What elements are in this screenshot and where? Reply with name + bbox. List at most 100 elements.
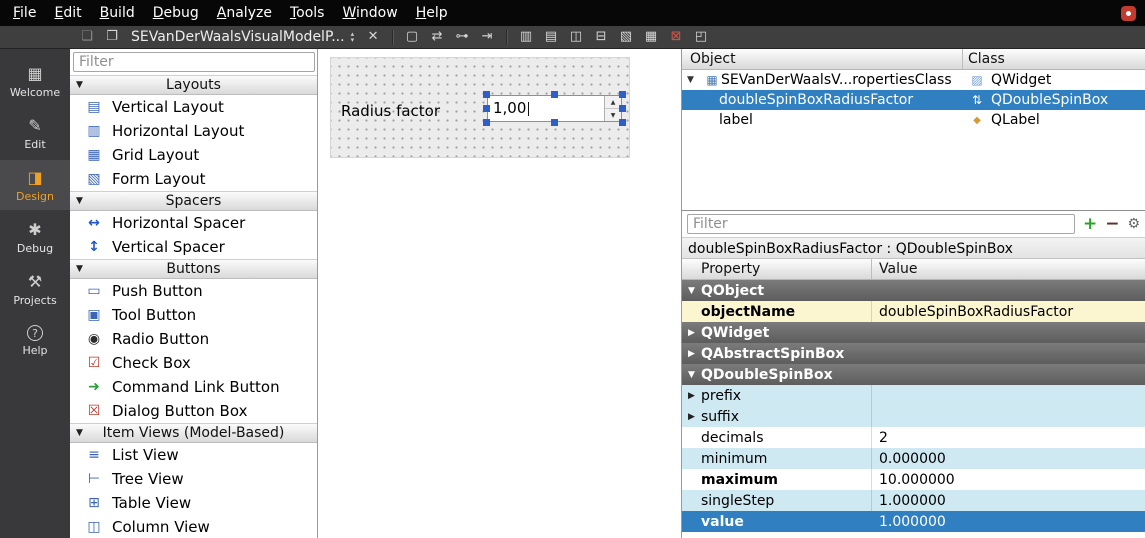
remove-dynamic-property-icon[interactable]: − (1105, 216, 1119, 233)
break-layout-icon[interactable]: ⊠ (667, 27, 685, 47)
property-group-qobject[interactable]: ▼ QObject (682, 280, 1145, 301)
category-item-views[interactable]: ▼ Item Views (Model-Based) (70, 423, 317, 443)
property-row-maximum[interactable]: maximum 10.000000 (682, 469, 1145, 490)
property-filter-input[interactable] (687, 214, 1075, 234)
expander-icon[interactable]: ▼ (682, 75, 703, 85)
widget-item-horizontal-spacer[interactable]: ↔ Horizontal Spacer (70, 211, 317, 235)
expander-icon[interactable]: ▶ (682, 391, 701, 401)
menu-window[interactable]: Window (333, 0, 406, 26)
menu-debug[interactable]: Debug (144, 0, 208, 26)
selection-handle[interactable] (619, 105, 626, 112)
mode-help[interactable]: ? Help (0, 316, 70, 366)
layout-horizontal-splitter-icon[interactable]: ◫ (567, 27, 585, 47)
property-value[interactable]: 2 (879, 430, 888, 446)
widget-item-tool-button[interactable]: ▣ Tool Button (70, 303, 317, 327)
widget-item-push-button[interactable]: ▭ Push Button (70, 279, 317, 303)
property-row-minimum[interactable]: minimum 0.000000 (682, 448, 1145, 469)
widget-item-label: Tree View (112, 470, 184, 488)
property-group-qdoublespinbox[interactable]: ▼ QDoubleSpinBox (682, 364, 1145, 385)
mode-projects[interactable]: ⚒ Projects (0, 264, 70, 314)
selection-handle[interactable] (483, 119, 490, 126)
selection-handle[interactable] (551, 119, 558, 126)
mode-design[interactable]: ◨ Design (0, 160, 70, 210)
inspector-row-label[interactable]: label ◆ QLabel (682, 110, 1145, 130)
edit-buddies-icon[interactable]: ⊶ (453, 27, 471, 47)
menu-tools[interactable]: Tools (281, 0, 334, 26)
column-header-property[interactable]: Property (682, 259, 872, 279)
property-row-decimals[interactable]: decimals 2 (682, 427, 1145, 448)
edit-tab-order-icon[interactable]: ⇥ (478, 27, 496, 47)
property-row-prefix[interactable]: ▶ prefix (682, 385, 1145, 406)
edit-signals-slots-icon[interactable]: ⇄ (428, 27, 446, 47)
property-group-qwidget[interactable]: ▶ QWidget (682, 322, 1145, 343)
column-header-value[interactable]: Value (872, 259, 1145, 279)
selection-handle[interactable] (619, 91, 626, 98)
widget-item-vertical-spacer[interactable]: ↕ Vertical Spacer (70, 235, 317, 259)
help-icon: ? (27, 325, 43, 341)
widget-item-command-link-button[interactable]: ➜ Command Link Button (70, 375, 317, 399)
menu-build[interactable]: Build (91, 0, 144, 26)
expander-icon[interactable]: ▶ (682, 412, 701, 422)
widget-item-table-view[interactable]: ⊞ Table View (70, 491, 317, 515)
category-layouts[interactable]: ▼ Layouts (70, 75, 317, 95)
qdoublespinbox-icon: ⇅ (968, 93, 986, 107)
layout-form-icon[interactable]: ▧ (617, 27, 635, 47)
property-value[interactable]: 0.000000 (879, 451, 946, 467)
column-header-class[interactable]: Class (963, 49, 1145, 69)
widget-item-tree-view[interactable]: ⊢ Tree View (70, 467, 317, 491)
category-buttons[interactable]: ▼ Buttons (70, 259, 317, 279)
inspector-row-root[interactable]: ▼ ▦ SEVanDerWaalsV...ropertiesClass ▨ QW… (682, 70, 1145, 90)
property-value[interactable]: 1.000000 (879, 493, 946, 509)
double-spinbox[interactable]: 1,00 ▲ ▼ (487, 95, 622, 122)
notification-indicator-icon[interactable] (1121, 6, 1136, 21)
property-row-objectname[interactable]: objectName doubleSpinBoxRadiusFactor (682, 301, 1145, 322)
widget-item-column-view[interactable]: ◫ Column View (70, 515, 317, 538)
widget-item-dialog-button-box[interactable]: ☒ Dialog Button Box (70, 399, 317, 423)
layout-vertically-icon[interactable]: ▤ (542, 27, 560, 47)
category-spacers[interactable]: ▼ Spacers (70, 191, 317, 211)
selection-handle[interactable] (619, 119, 626, 126)
layout-grid-icon[interactable]: ▦ (642, 27, 660, 47)
selection-handle[interactable] (551, 91, 558, 98)
widget-item-list-view[interactable]: ≡ List View (70, 443, 317, 467)
inspector-row-doublespinbox[interactable]: doubleSpinBoxRadiusFactor ⇅ QDoubleSpinB… (682, 90, 1145, 110)
widget-item-horizontal-layout[interactable]: ▥ Horizontal Layout (70, 119, 317, 143)
widget-item-grid-layout[interactable]: ▦ Grid Layout (70, 143, 317, 167)
layout-horizontally-icon[interactable]: ▥ (517, 27, 535, 47)
selection-handle[interactable] (483, 91, 490, 98)
open-document-selector[interactable]: SEVanDerWaalsVisualModelP... ▴ ▾ (128, 29, 357, 45)
mode-welcome[interactable]: ▦ Welcome (0, 56, 70, 106)
radius-factor-label[interactable]: Radius factor (341, 102, 440, 120)
widget-item-label: Column View (112, 518, 210, 536)
widget-item-check-box[interactable]: ☑ Check Box (70, 351, 317, 375)
property-value[interactable]: 1.000000 (879, 514, 946, 530)
form-widget[interactable]: Radius factor 1,00 ▲ ▼ (330, 57, 630, 158)
menu-file[interactable]: File (4, 0, 45, 26)
layout-vertical-splitter-icon[interactable]: ⊟ (592, 27, 610, 47)
close-document-icon[interactable]: ✕ (364, 27, 382, 47)
menu-help[interactable]: Help (407, 0, 457, 26)
menu-analyze[interactable]: Analyze (208, 0, 281, 26)
configure-wrench-icon[interactable]: ⚙ (1127, 216, 1140, 232)
mode-edit[interactable]: ✎ Edit (0, 108, 70, 158)
adjust-size-icon[interactable]: ◰ (692, 27, 710, 47)
widget-item-form-layout[interactable]: ▧ Form Layout (70, 167, 317, 191)
edit-widgets-icon[interactable]: ▢ (403, 27, 421, 47)
widget-item-vertical-layout[interactable]: ▤ Vertical Layout (70, 95, 317, 119)
widget-item-radio-button[interactable]: ◉ Radio Button (70, 327, 317, 351)
selection-handle[interactable] (483, 105, 490, 112)
property-row-suffix[interactable]: ▶ suffix (682, 406, 1145, 427)
property-value[interactable]: 10.000000 (879, 472, 955, 488)
menu-edit[interactable]: Edit (45, 0, 90, 26)
property-row-singlestep[interactable]: singleStep 1.000000 (682, 490, 1145, 511)
column-header-object[interactable]: Object (682, 49, 963, 69)
property-value[interactable]: doubleSpinBoxRadiusFactor (879, 304, 1073, 320)
grid-layout-icon: ▦ (85, 147, 103, 163)
property-row-value[interactable]: value 1.000000 (682, 511, 1145, 532)
property-group-qabstractspinbox[interactable]: ▶ QAbstractSpinBox (682, 343, 1145, 364)
document-history-icon[interactable]: ❏ (78, 27, 96, 47)
widget-filter-input[interactable] (73, 52, 315, 72)
add-dynamic-property-icon[interactable]: + (1083, 216, 1097, 233)
mode-debug[interactable]: ✱ Debug (0, 212, 70, 262)
combo-arrows-icon[interactable]: ▴ ▾ (351, 31, 355, 43)
